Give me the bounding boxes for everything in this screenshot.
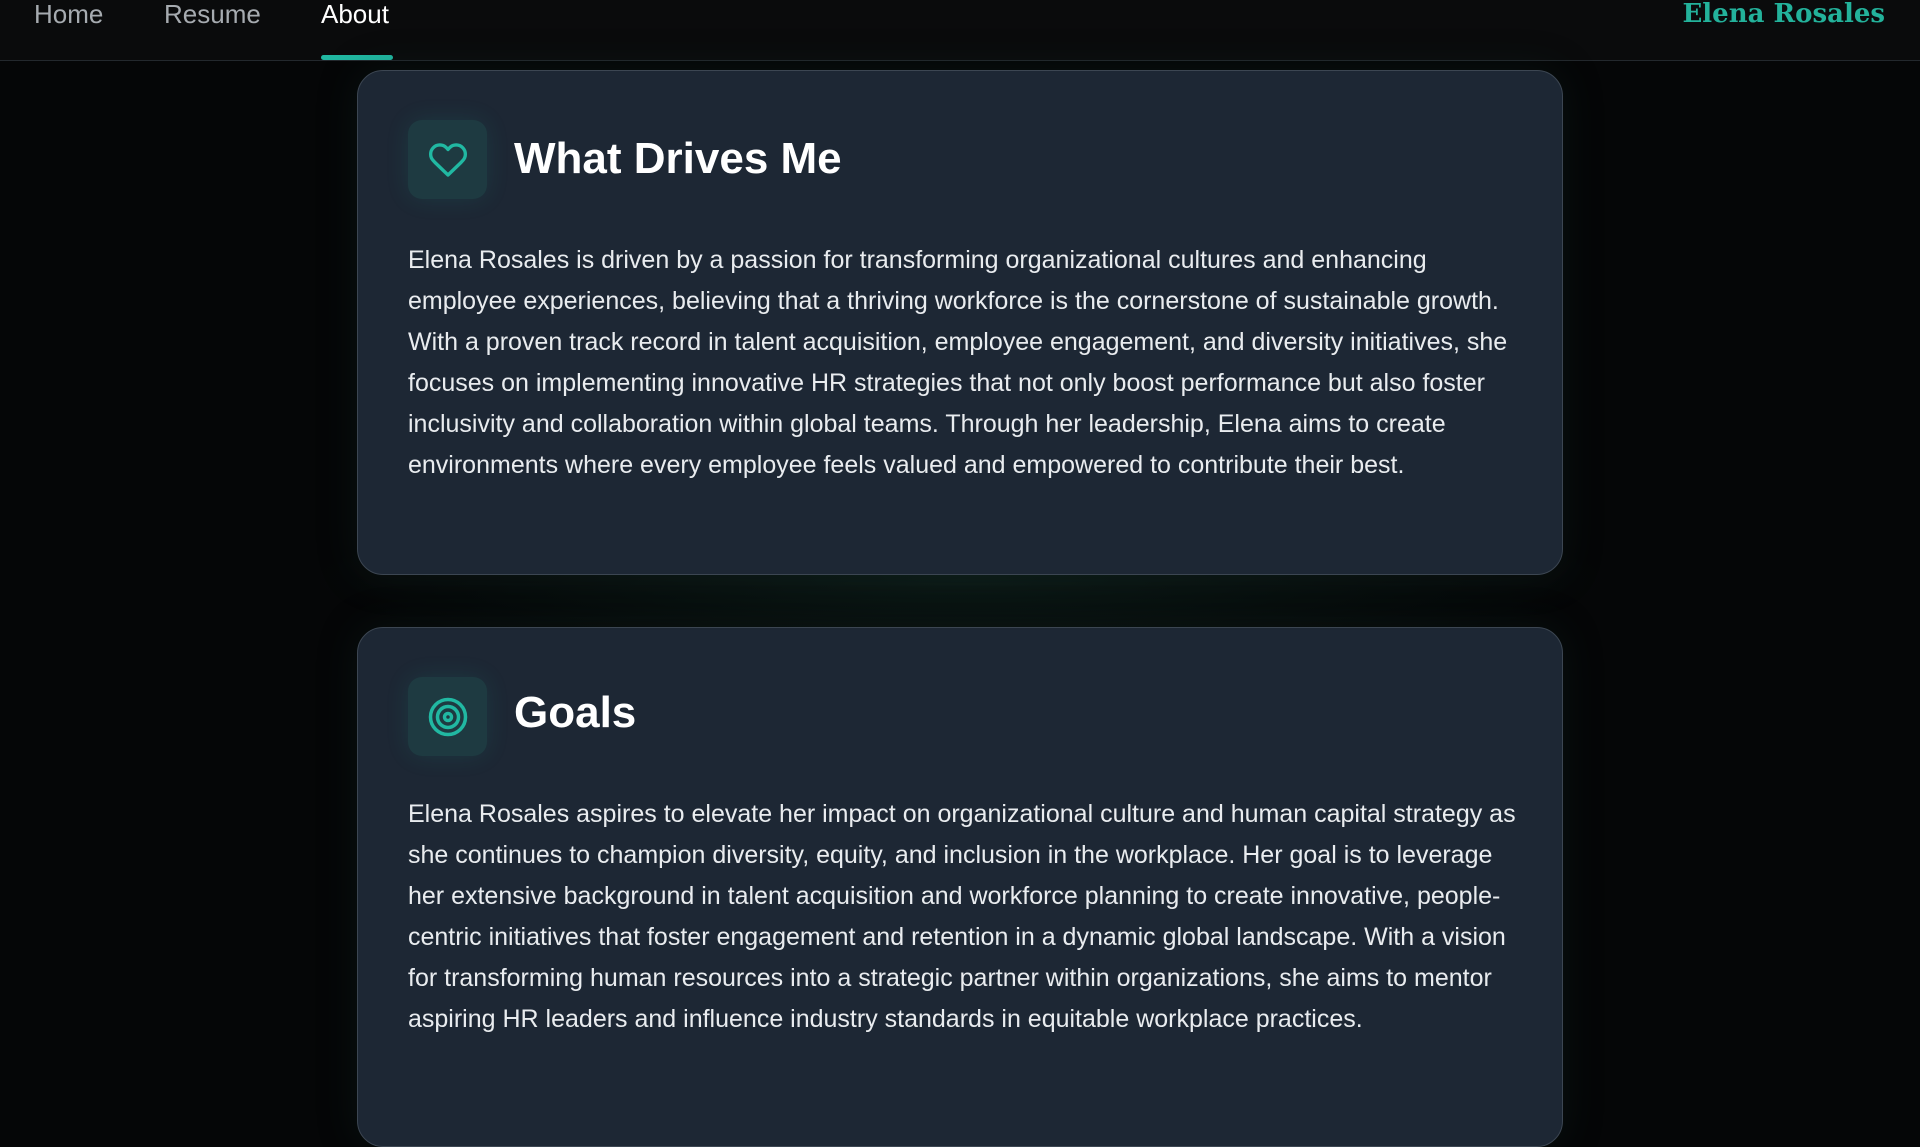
site-brand[interactable]: Elena Rosales bbox=[1682, 0, 1885, 28]
target-icon bbox=[408, 677, 487, 756]
section-body: Elena Rosales is driven by a passion for… bbox=[408, 246, 1508, 479]
nav-link-about[interactable]: About bbox=[321, 0, 389, 28]
heart-icon bbox=[408, 120, 487, 199]
section-title: What Drives Me bbox=[514, 134, 842, 183]
goals-card: Goals Elena Rosales aspires to elevate h… bbox=[357, 627, 1563, 1147]
top-navigation-bar: Home Resume About Elena Rosales bbox=[0, 0, 1920, 61]
section-body: Elena Rosales aspires to elevate her imp… bbox=[408, 800, 1516, 1033]
what-drives-me-card: What Drives Me Elena Rosales is driven b… bbox=[357, 70, 1563, 575]
section-title: Goals bbox=[514, 688, 637, 737]
nav-link-home[interactable]: Home bbox=[34, 0, 103, 28]
active-tab-indicator bbox=[321, 55, 393, 60]
nav-link-resume[interactable]: Resume bbox=[164, 0, 261, 28]
